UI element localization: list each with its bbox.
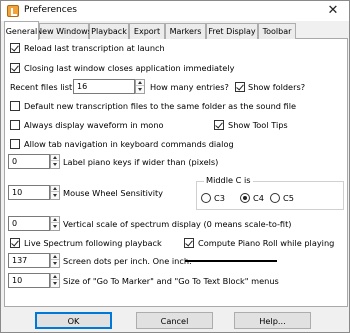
radio-c5[interactable] — [270, 193, 280, 203]
tab-toolbar[interactable]: Toolbar — [258, 23, 296, 39]
closing-last-label: Closing last window closes application i… — [24, 63, 235, 73]
goto-size-input[interactable]: 10 — [8, 273, 50, 288]
waveform-mono-checkbox[interactable] — [10, 120, 20, 130]
screen-dots-spinner[interactable] — [50, 253, 60, 268]
title-bar: Preferences ✕ — [1, 1, 349, 21]
goto-size-spinner[interactable] — [50, 273, 60, 288]
show-folders-label: Show folders? — [248, 82, 306, 92]
tab-export[interactable]: Export — [129, 23, 165, 39]
tool-tips-checkbox[interactable] — [214, 120, 224, 130]
radio-c3-label: C3 — [214, 193, 225, 203]
default-folder-label: Default new transcription files to the s… — [24, 101, 297, 111]
show-folders-checkbox[interactable] — [235, 82, 245, 92]
tab-navigation-checkbox[interactable] — [10, 139, 20, 149]
radio-c4[interactable] — [240, 193, 250, 203]
wheel-sensitivity-label: Mouse Wheel Sensitivity — [63, 188, 164, 198]
live-spectrum-label: Live Spectrum following playback — [24, 238, 162, 248]
recent-files-spinner[interactable] — [135, 79, 145, 94]
reload-last-label: Reload last transcription at launch — [24, 43, 165, 53]
tab-new-windows[interactable]: New Windows — [36, 23, 92, 39]
reload-last-checkbox[interactable] — [10, 43, 20, 53]
piano-keys-label: Label piano keys if wider than (pixels) — [63, 157, 219, 167]
general-panel: Reload last transcription at launch Clos… — [4, 39, 348, 307]
tab-strip: General New Windows Playback Export Mark… — [4, 21, 348, 40]
wheel-sensitivity-input[interactable]: 10 — [8, 185, 50, 200]
recent-files-input[interactable]: 16 — [73, 79, 135, 94]
close-icon[interactable]: ✕ — [319, 1, 347, 20]
cancel-button[interactable]: Cancel — [136, 312, 213, 329]
screen-dots-label: Screen dots per inch. One inch: — [63, 256, 192, 266]
piano-roll-checkbox[interactable] — [184, 238, 194, 248]
piano-keys-spinner[interactable] — [50, 154, 60, 169]
radio-c3[interactable] — [201, 193, 211, 203]
help-button[interactable]: Help... — [234, 312, 311, 329]
tool-tips-label: Show Tool Tips — [228, 120, 288, 130]
middle-c-title: Middle C is — [204, 175, 253, 185]
ok-button[interactable]: OK — [35, 312, 112, 329]
tab-general[interactable]: General — [4, 21, 39, 40]
tab-navigation-label: Allow tab navigation in keyboard command… — [24, 139, 234, 149]
vertical-scale-spinner[interactable] — [50, 216, 60, 231]
wheel-sensitivity-spinner[interactable] — [50, 185, 60, 200]
preferences-window: Preferences ✕ General New Windows Playba… — [0, 0, 350, 333]
piano-keys-input[interactable]: 0 — [8, 154, 50, 169]
tab-markers[interactable]: Markers — [165, 23, 206, 39]
recent-files-label: Recent files list: — [10, 82, 76, 92]
window-title: Preferences — [24, 5, 77, 15]
vertical-scale-input[interactable]: 0 — [8, 216, 50, 231]
live-spectrum-checkbox[interactable] — [10, 238, 20, 248]
closing-last-checkbox[interactable] — [10, 63, 20, 73]
default-folder-checkbox[interactable] — [10, 101, 20, 111]
vertical-scale-label: Vertical scale of spectrum display (0 me… — [63, 219, 292, 229]
goto-size-label: Size of "Go To Marker" and "Go To Text B… — [63, 276, 279, 286]
piano-roll-label: Compute Piano Roll while playing — [198, 238, 335, 248]
app-icon — [7, 5, 19, 17]
tab-fret-display[interactable]: Fret Display — [206, 23, 258, 39]
tab-playback[interactable]: Playback — [89, 23, 129, 39]
one-inch-sample-line — [185, 260, 277, 262]
radio-c4-label: C4 — [253, 193, 264, 203]
how-many-label: How many entries? — [150, 82, 229, 92]
radio-c5-label: C5 — [283, 193, 294, 203]
waveform-mono-label: Always display waveform in mono — [24, 120, 164, 130]
screen-dots-input[interactable]: 137 — [8, 253, 50, 268]
